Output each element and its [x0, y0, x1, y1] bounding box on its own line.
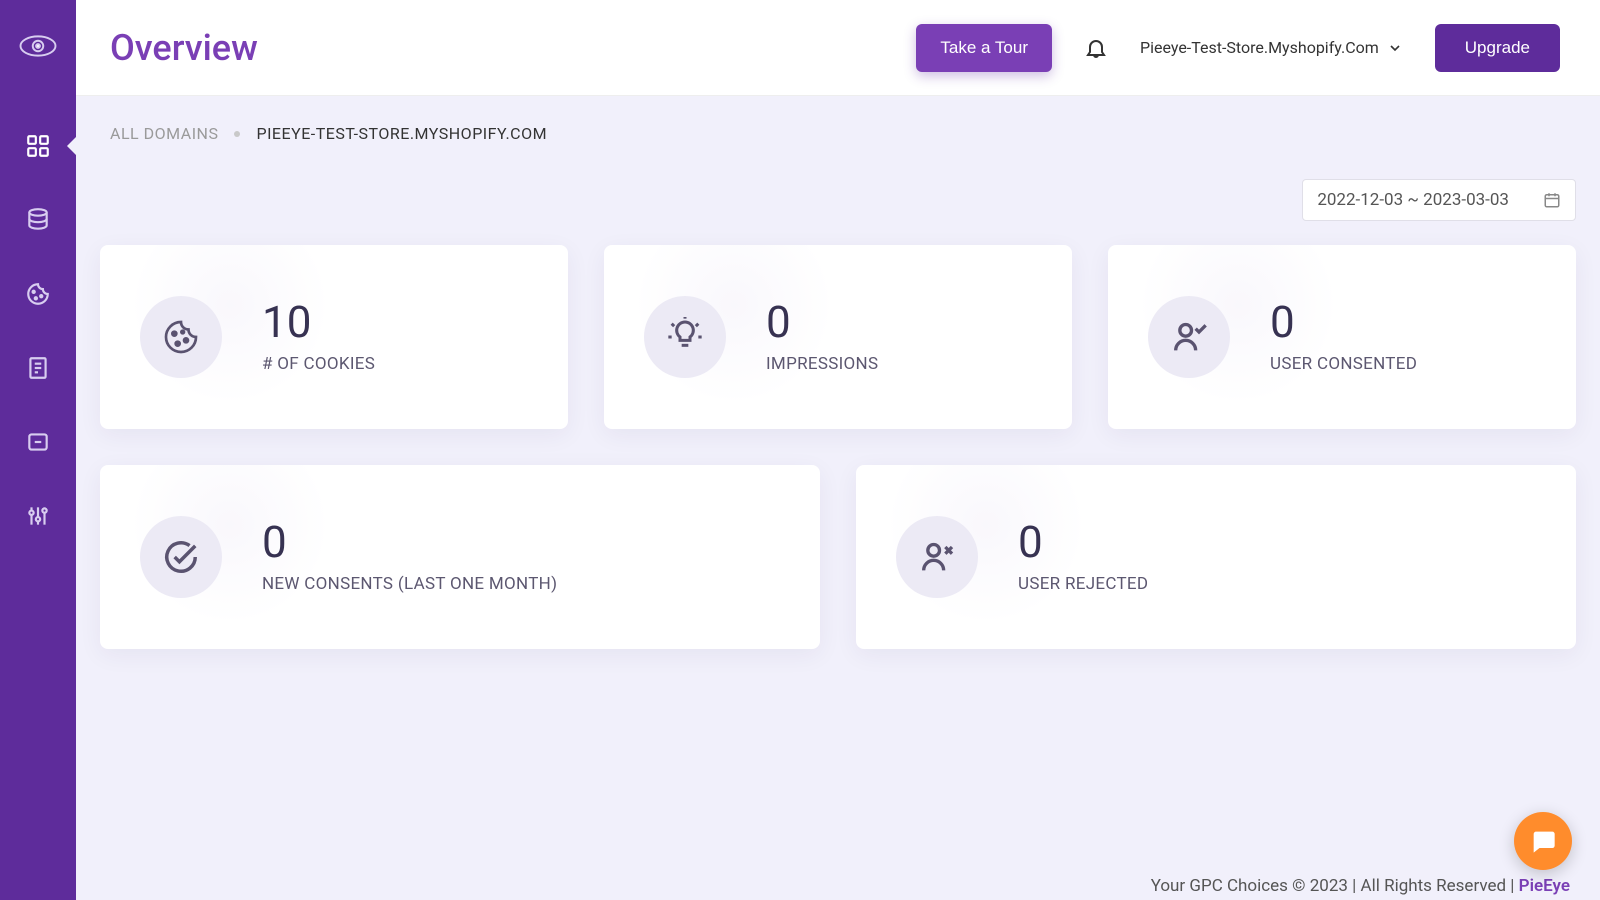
bell-icon: [1084, 36, 1108, 60]
page-title: Overview: [110, 27, 258, 69]
stat-value: 0: [766, 300, 878, 344]
chat-fab[interactable]: [1514, 812, 1572, 870]
date-range-text: 2022-12-03 ~ 2023-03-03: [1317, 190, 1509, 210]
database-icon: [25, 207, 51, 233]
cookie-icon: [161, 317, 201, 357]
chat-icon: [1529, 827, 1557, 855]
user-x-icon: [917, 537, 957, 577]
footer-text: Your GPC Choices © 2023 | All Rights Res…: [1151, 876, 1519, 896]
header: Overview Take a Tour Pieeye-Test-Store.M…: [76, 0, 1600, 96]
user-check-icon-circle: [1148, 296, 1230, 378]
cookie-icon-circle: [140, 296, 222, 378]
sidebar-item-reports[interactable]: [0, 348, 76, 388]
upgrade-button[interactable]: Upgrade: [1435, 24, 1560, 72]
breadcrumb-root[interactable]: ALL DOMAINS: [110, 124, 218, 143]
content: ALL DOMAINS PIEEYE-TEST-STORE.MYSHOPIFY.…: [76, 96, 1600, 900]
stat-card-impressions: 0 IMPRESSIONS: [604, 245, 1072, 429]
calendar-icon: [1543, 191, 1561, 209]
message-icon: [25, 429, 51, 455]
stat-label: NEW CONSENTS (LAST ONE MONTH): [262, 574, 557, 594]
store-selector[interactable]: Pieeye-Test-Store.Myshopify.Com: [1140, 38, 1403, 57]
store-name: Pieeye-Test-Store.Myshopify.Com: [1140, 38, 1379, 57]
cookie-nav-icon: [25, 281, 51, 307]
stat-value: 0: [262, 520, 557, 564]
sidebar-item-database[interactable]: [0, 200, 76, 240]
stat-value: 0: [1270, 300, 1417, 344]
stat-card-new-consents: 0 NEW CONSENTS (LAST ONE MONTH): [100, 465, 820, 649]
sidebar: [0, 0, 76, 900]
stat-value: 10: [262, 300, 375, 344]
stat-card-cookies: 10 # OF COOKIES: [100, 245, 568, 429]
chevron-down-icon: [1387, 40, 1403, 56]
dashboard-icon: [25, 133, 51, 159]
sidebar-item-cookies[interactable]: [0, 274, 76, 314]
user-check-icon: [1169, 317, 1209, 357]
sidebar-item-settings[interactable]: [0, 496, 76, 536]
stat-label: # OF COOKIES: [262, 354, 375, 374]
breadcrumb-current: PIEEYE-TEST-STORE.MYSHOPIFY.COM: [256, 124, 547, 143]
sidebar-item-messages[interactable]: [0, 422, 76, 462]
sliders-icon: [25, 503, 51, 529]
stat-card-rejected: 0 USER REJECTED: [856, 465, 1576, 649]
take-tour-button[interactable]: Take a Tour: [916, 24, 1052, 72]
breadcrumb-separator: [234, 131, 240, 137]
stat-label: USER REJECTED: [1018, 574, 1148, 594]
footer: Your GPC Choices © 2023 | All Rights Res…: [1151, 876, 1570, 896]
date-range-picker[interactable]: 2022-12-03 ~ 2023-03-03: [1302, 179, 1576, 221]
notifications-button[interactable]: [1084, 36, 1108, 60]
main: Overview Take a Tour Pieeye-Test-Store.M…: [76, 0, 1600, 900]
stat-card-consented: 0 USER CONSENTED: [1108, 245, 1576, 429]
footer-brand[interactable]: PieEye: [1519, 876, 1570, 896]
stat-value: 0: [1018, 520, 1148, 564]
lightbulb-icon-circle: [644, 296, 726, 378]
sidebar-item-overview[interactable]: [0, 126, 76, 166]
user-x-icon-circle: [896, 516, 978, 598]
check-circle-icon: [162, 538, 200, 576]
breadcrumb: ALL DOMAINS PIEEYE-TEST-STORE.MYSHOPIFY.…: [100, 96, 1576, 159]
logo: [16, 24, 60, 68]
lightbulb-icon: [665, 317, 705, 357]
stat-label: IMPRESSIONS: [766, 354, 878, 374]
check-circle-icon-circle: [140, 516, 222, 598]
stat-label: USER CONSENTED: [1270, 354, 1417, 374]
report-icon: [25, 355, 51, 381]
